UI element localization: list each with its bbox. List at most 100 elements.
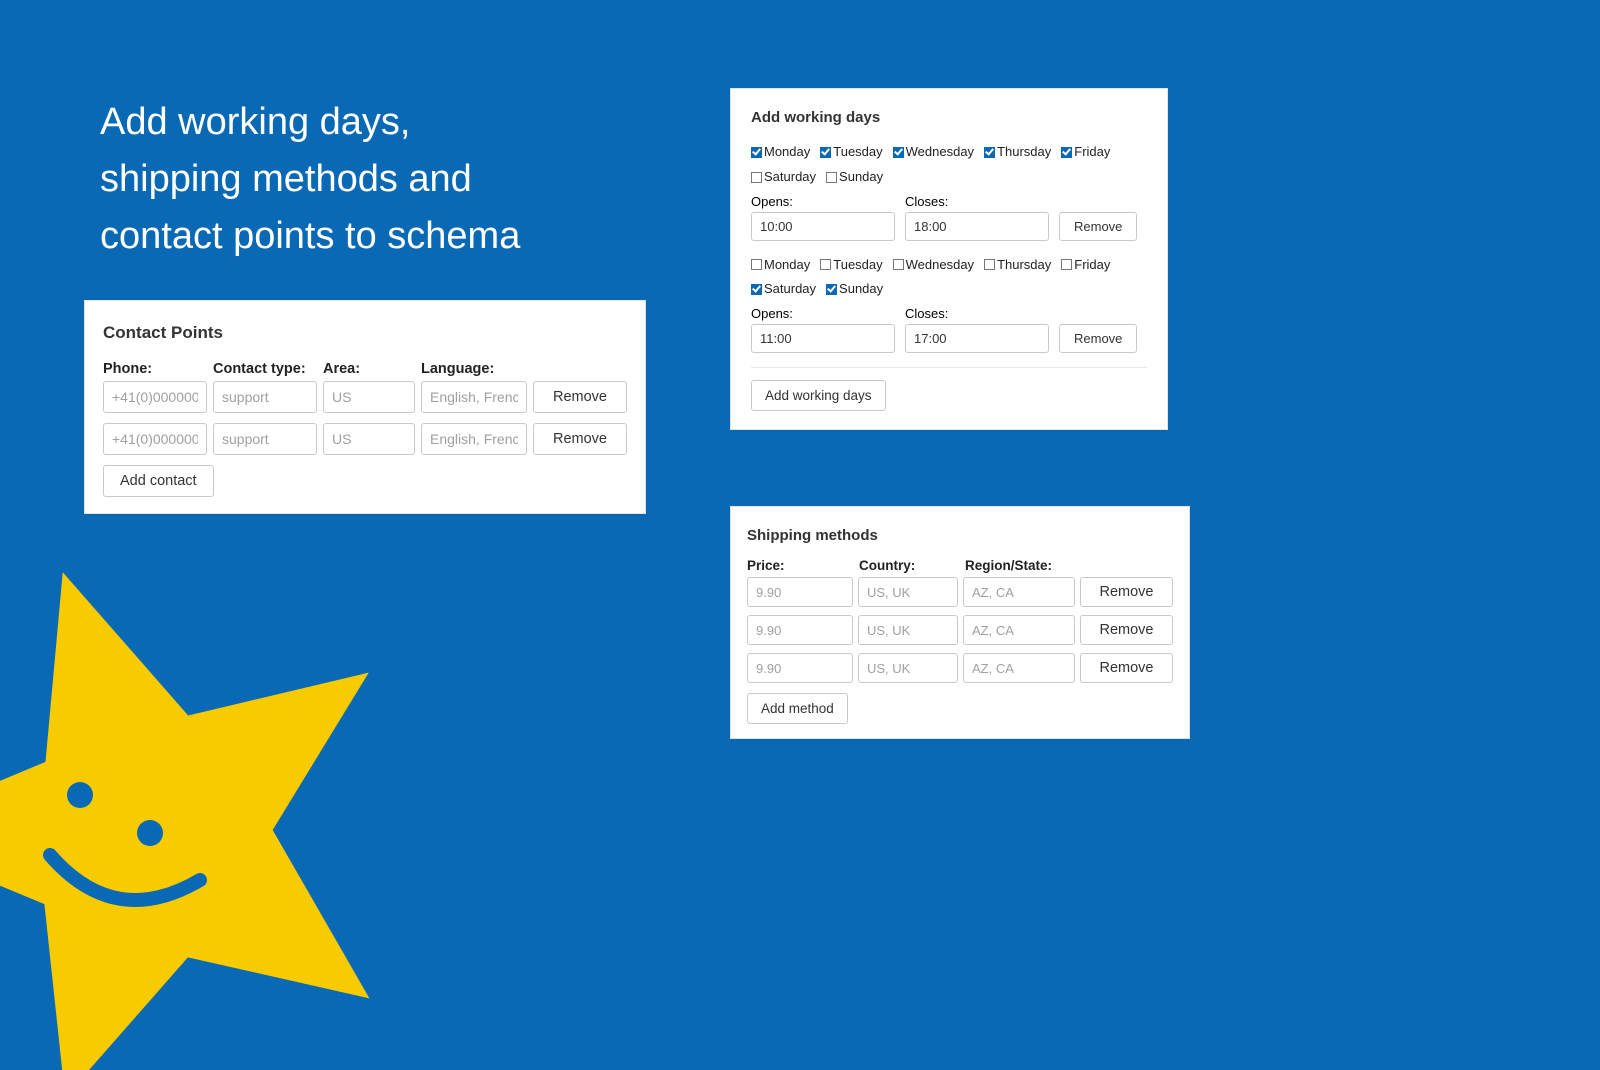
shipping-row: Remove: [747, 615, 1173, 645]
shipping-methods-panel: Shipping methods Price: Country: Region/…: [730, 506, 1190, 739]
contact-points-headers: Phone: Contact type: Area: Language:: [103, 361, 627, 377]
language-input[interactable]: [421, 423, 527, 455]
day-label: Sunday: [839, 279, 883, 300]
remove-method-button[interactable]: Remove: [1080, 653, 1173, 683]
checkbox-icon: [984, 147, 995, 158]
day-label: Monday: [764, 255, 810, 276]
headline-line-1: Add working days,: [100, 94, 520, 151]
working-days-group: Monday Tuesday Wednesday Thursday Friday Satu…: [751, 142, 1147, 241]
phone-input[interactable]: [103, 423, 207, 455]
checkbox-icon: [826, 284, 837, 295]
day-label: Thursday: [997, 142, 1051, 163]
header-region: Region/State:: [965, 558, 1077, 573]
region-input[interactable]: [963, 653, 1075, 683]
shipping-row: Remove: [747, 653, 1173, 683]
area-input[interactable]: [323, 423, 415, 455]
day-checkbox-wednesday[interactable]: Wednesday: [893, 142, 974, 163]
shipping-methods-title: Shipping methods: [747, 527, 1173, 544]
header-phone: Phone:: [103, 361, 207, 377]
checkbox-icon: [751, 284, 762, 295]
header-language: Language:: [421, 361, 527, 377]
day-checkbox-sunday[interactable]: Sunday: [826, 167, 883, 188]
opens-label: Opens:: [751, 194, 895, 209]
region-input[interactable]: [963, 615, 1075, 645]
day-label: Saturday: [764, 167, 816, 188]
day-checkbox-monday[interactable]: Monday: [751, 255, 810, 276]
add-method-button[interactable]: Add method: [747, 693, 848, 724]
price-input[interactable]: [747, 577, 853, 607]
language-input[interactable]: [421, 381, 527, 413]
star-mascot-icon: [0, 550, 400, 1070]
checkbox-icon: [1061, 259, 1072, 270]
checkbox-icon: [751, 259, 762, 270]
day-label: Wednesday: [906, 142, 974, 163]
header-contact-type: Contact type:: [213, 361, 317, 377]
day-label: Thursday: [997, 255, 1051, 276]
working-days-title: Add working days: [751, 109, 1147, 126]
day-label: Friday: [1074, 142, 1110, 163]
day-checkbox-monday[interactable]: Monday: [751, 142, 810, 163]
contact-type-input[interactable]: [213, 381, 317, 413]
opens-closes-row: Remove: [751, 212, 1147, 241]
checkbox-icon: [826, 172, 837, 183]
day-label: Tuesday: [833, 255, 882, 276]
contact-row: Remove: [103, 423, 627, 455]
contact-type-input[interactable]: [213, 423, 317, 455]
add-contact-button[interactable]: Add contact: [103, 465, 214, 497]
divider: [751, 367, 1147, 368]
day-checkbox-thursday[interactable]: Thursday: [984, 142, 1051, 163]
checkbox-icon: [820, 259, 831, 270]
day-checkbox-friday[interactable]: Friday: [1061, 142, 1110, 163]
closes-label: Closes:: [905, 306, 948, 321]
contact-points-title: Contact Points: [103, 323, 627, 343]
checkbox-icon: [751, 147, 762, 158]
price-input[interactable]: [747, 653, 853, 683]
checkbox-icon: [893, 259, 904, 270]
header-country: Country:: [859, 558, 959, 573]
page-headline: Add working days, shipping methods and c…: [100, 94, 520, 265]
opens-closes-row: Remove: [751, 324, 1147, 353]
day-checkbox-row: Monday Tuesday Wednesday Thursday Friday Satu…: [751, 142, 1147, 188]
remove-working-days-button[interactable]: Remove: [1059, 324, 1137, 353]
opens-input[interactable]: [751, 212, 895, 241]
remove-method-button[interactable]: Remove: [1080, 615, 1173, 645]
contact-row: Remove: [103, 381, 627, 413]
working-days-group: Monday Tuesday Wednesday Thursday Friday Satu…: [751, 255, 1147, 354]
area-input[interactable]: [323, 381, 415, 413]
day-checkbox-thursday[interactable]: Thursday: [984, 255, 1051, 276]
day-checkbox-saturday[interactable]: Saturday: [751, 167, 816, 188]
day-checkbox-friday[interactable]: Friday: [1061, 255, 1110, 276]
checkbox-icon: [1061, 147, 1072, 158]
opens-closes-labels: Opens: Closes:: [751, 194, 1147, 209]
remove-contact-button[interactable]: Remove: [533, 423, 627, 455]
country-input[interactable]: [858, 615, 958, 645]
day-checkbox-tuesday[interactable]: Tuesday: [820, 255, 882, 276]
day-checkbox-tuesday[interactable]: Tuesday: [820, 142, 882, 163]
closes-input[interactable]: [905, 212, 1049, 241]
remove-contact-button[interactable]: Remove: [533, 381, 627, 413]
add-working-days-button[interactable]: Add working days: [751, 380, 886, 411]
remove-method-button[interactable]: Remove: [1080, 577, 1173, 607]
contact-points-panel: Contact Points Phone: Contact type: Area…: [84, 300, 646, 514]
region-input[interactable]: [963, 577, 1075, 607]
shipping-row: Remove: [747, 577, 1173, 607]
shipping-headers: Price: Country: Region/State:: [747, 558, 1173, 573]
day-checkbox-saturday[interactable]: Saturday: [751, 279, 816, 300]
phone-input[interactable]: [103, 381, 207, 413]
checkbox-icon: [820, 147, 831, 158]
closes-label: Closes:: [905, 194, 948, 209]
day-label: Saturday: [764, 279, 816, 300]
day-label: Friday: [1074, 255, 1110, 276]
headline-line-3: contact points to schema: [100, 208, 520, 265]
day-label: Sunday: [839, 167, 883, 188]
day-checkbox-sunday[interactable]: Sunday: [826, 279, 883, 300]
headline-line-2: shipping methods and: [100, 151, 520, 208]
price-input[interactable]: [747, 615, 853, 645]
day-checkbox-wednesday[interactable]: Wednesday: [893, 255, 974, 276]
working-days-panel: Add working days Monday Tuesday Wednesday T…: [730, 88, 1168, 430]
remove-working-days-button[interactable]: Remove: [1059, 212, 1137, 241]
opens-input[interactable]: [751, 324, 895, 353]
closes-input[interactable]: [905, 324, 1049, 353]
country-input[interactable]: [858, 653, 958, 683]
country-input[interactable]: [858, 577, 958, 607]
